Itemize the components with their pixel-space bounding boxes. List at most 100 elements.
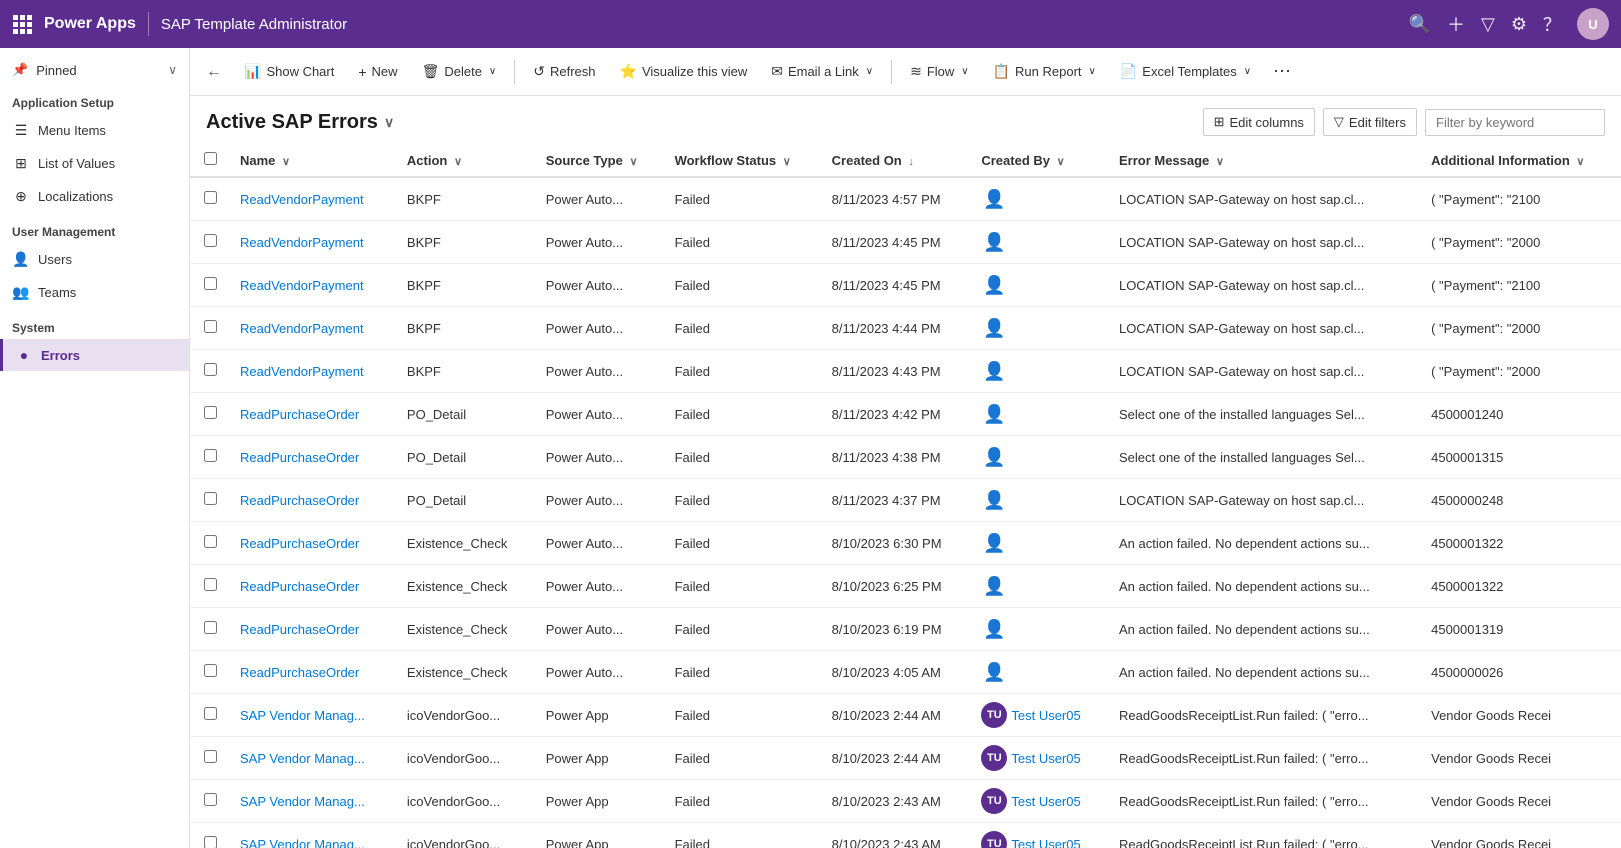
flow-button[interactable]: ≋ Flow ∨ xyxy=(900,59,979,84)
filter-icon[interactable]: ▽ xyxy=(1481,14,1495,35)
row-created-on: 8/11/2023 4:57 PM xyxy=(822,177,972,221)
col-workflow-status[interactable]: Workflow Status ∨ xyxy=(665,144,822,177)
row-checkbox[interactable] xyxy=(204,191,217,204)
sidebar-item-localizations[interactable]: ⊕ Localizations xyxy=(0,180,189,213)
row-checkbox[interactable] xyxy=(204,234,217,247)
row-checkbox[interactable] xyxy=(204,578,217,591)
sidebar-pinned-row[interactable]: 📌 Pinned ∨ xyxy=(0,56,189,84)
row-name-link[interactable]: ReadVendorPayment xyxy=(240,278,364,293)
show-chart-button[interactable]: 📊 Show Chart xyxy=(234,59,344,84)
row-created-on: 8/10/2023 2:44 AM xyxy=(822,737,972,780)
sidebar-item-errors[interactable]: ● Errors xyxy=(0,339,189,371)
row-name-link[interactable]: SAP Vendor Manag... xyxy=(240,837,365,848)
row-error-message: LOCATION SAP-Gateway on host sap.cl... xyxy=(1109,264,1421,307)
row-name-link[interactable]: ReadPurchaseOrder xyxy=(240,536,359,551)
row-checkbox[interactable] xyxy=(204,535,217,548)
edit-columns-button[interactable]: ⊞ Edit columns xyxy=(1203,108,1315,136)
row-checkbox[interactable] xyxy=(204,664,217,677)
run-report-caret: ∨ xyxy=(1089,66,1096,77)
row-checkbox[interactable] xyxy=(204,836,217,848)
sidebar: 📌 Pinned ∨ Application Setup ☰ Menu Item… xyxy=(0,48,190,848)
back-button[interactable]: ← xyxy=(198,59,230,85)
row-checkbox[interactable] xyxy=(204,277,217,290)
row-name-link[interactable]: ReadPurchaseOrder xyxy=(240,493,359,508)
help-icon[interactable]: ？ xyxy=(1543,11,1561,37)
view-title-caret[interactable]: ∨ xyxy=(384,114,394,131)
row-workflow-status: Failed xyxy=(665,565,822,608)
row-name-link[interactable]: ReadPurchaseOrder xyxy=(240,407,359,422)
user-avatar[interactable]: U xyxy=(1577,8,1609,40)
sidebar-item-users[interactable]: 👤 Users xyxy=(0,243,189,276)
row-checkbox[interactable] xyxy=(204,320,217,333)
row-additional-info: ( "Payment": "2000 xyxy=(1421,307,1621,350)
row-workflow-status: Failed xyxy=(665,264,822,307)
row-name-link[interactable]: ReadVendorPayment xyxy=(240,364,364,379)
row-checkbox[interactable] xyxy=(204,793,217,806)
row-checkbox[interactable] xyxy=(204,621,217,634)
row-checkbox[interactable] xyxy=(204,750,217,763)
edit-filters-button[interactable]: ▽ Edit filters xyxy=(1323,108,1417,136)
table-row: ReadPurchaseOrderPO_DetailPower Auto...F… xyxy=(190,436,1621,479)
new-button[interactable]: + New xyxy=(348,60,407,84)
row-name-link[interactable]: ReadPurchaseOrder xyxy=(240,450,359,465)
delete-button[interactable]: 🗑 Delete ∨ xyxy=(412,59,507,84)
row-checkbox[interactable] xyxy=(204,406,217,419)
row-name-link[interactable]: ReadVendorPayment xyxy=(240,192,364,207)
row-name-link[interactable]: SAP Vendor Manag... xyxy=(240,794,365,809)
row-name-link[interactable]: ReadPurchaseOrder xyxy=(240,622,359,637)
row-action: icoVendorGoo... xyxy=(397,694,536,737)
error-message-sort-icon: ∨ xyxy=(1216,156,1224,168)
sidebar-item-menu-items[interactable]: ☰ Menu Items xyxy=(0,114,189,147)
search-icon[interactable]: 🔍 xyxy=(1409,14,1431,35)
row-additional-info: 4500000248 xyxy=(1421,479,1621,522)
col-checkbox xyxy=(190,144,230,177)
row-created-on: 8/11/2023 4:43 PM xyxy=(822,350,972,393)
select-all-checkbox[interactable] xyxy=(204,152,217,165)
row-checkbox[interactable] xyxy=(204,449,217,462)
top-nav: Power Apps SAP Template Administrator 🔍 … xyxy=(0,0,1621,48)
col-error-message[interactable]: Error Message ∨ xyxy=(1109,144,1421,177)
col-action[interactable]: Action ∨ xyxy=(397,144,536,177)
user-name-link[interactable]: Test User05 xyxy=(1011,794,1080,809)
col-additional-info[interactable]: Additional Information ∨ xyxy=(1421,144,1621,177)
col-created-on[interactable]: Created On ↓ xyxy=(822,144,972,177)
plus-icon[interactable]: ＋ xyxy=(1447,11,1465,37)
excel-templates-button[interactable]: 📄 Excel Templates ∨ xyxy=(1110,59,1261,84)
filter-keyword-input[interactable] xyxy=(1425,109,1605,136)
run-report-button[interactable]: 📋 Run Report ∨ xyxy=(983,59,1106,84)
col-created-by[interactable]: Created By ∨ xyxy=(971,144,1109,177)
row-action: BKPF xyxy=(397,264,536,307)
row-action: Existence_Check xyxy=(397,608,536,651)
row-checkbox[interactable] xyxy=(204,492,217,505)
row-action: BKPF xyxy=(397,177,536,221)
additional-info-sort-icon: ∨ xyxy=(1576,156,1584,168)
row-name-link[interactable]: ReadVendorPayment xyxy=(240,321,364,336)
row-additional-info: ( "Payment": "2000 xyxy=(1421,221,1621,264)
row-name-link[interactable]: SAP Vendor Manag... xyxy=(240,751,365,766)
row-source-type: Power Auto... xyxy=(536,307,665,350)
pinned-label: 📌 Pinned xyxy=(12,62,77,78)
settings-icon[interactable]: ⚙ xyxy=(1511,14,1527,35)
row-action: icoVendorGoo... xyxy=(397,737,536,780)
row-error-message: Select one of the installed languages Se… xyxy=(1109,436,1421,479)
user-name-link[interactable]: Test User05 xyxy=(1011,751,1080,766)
email-link-button[interactable]: ✉ Email a Link ∨ xyxy=(761,59,883,84)
visualize-button[interactable]: ⭐ Visualize this view xyxy=(610,59,758,84)
teams-icon: 👥 xyxy=(12,284,30,301)
app-launcher-icon[interactable] xyxy=(12,14,32,34)
more-options-button[interactable]: ⋯ xyxy=(1265,57,1299,86)
row-checkbox[interactable] xyxy=(204,707,217,720)
user-name-link[interactable]: Test User05 xyxy=(1011,708,1080,723)
sidebar-item-teams[interactable]: 👥 Teams xyxy=(0,276,189,309)
row-checkbox[interactable] xyxy=(204,363,217,376)
workflow-status-sort-icon: ∨ xyxy=(783,156,791,168)
sidebar-item-list-of-values[interactable]: ⊞ List of Values xyxy=(0,147,189,180)
row-name-link[interactable]: SAP Vendor Manag... xyxy=(240,708,365,723)
user-name-link[interactable]: Test User05 xyxy=(1011,837,1080,848)
row-name-link[interactable]: ReadPurchaseOrder xyxy=(240,579,359,594)
col-name[interactable]: Name ∨ xyxy=(230,144,397,177)
col-source-type[interactable]: Source Type ∨ xyxy=(536,144,665,177)
refresh-button[interactable]: ↺ Refresh xyxy=(523,59,605,84)
row-name-link[interactable]: ReadVendorPayment xyxy=(240,235,364,250)
row-name-link[interactable]: ReadPurchaseOrder xyxy=(240,665,359,680)
